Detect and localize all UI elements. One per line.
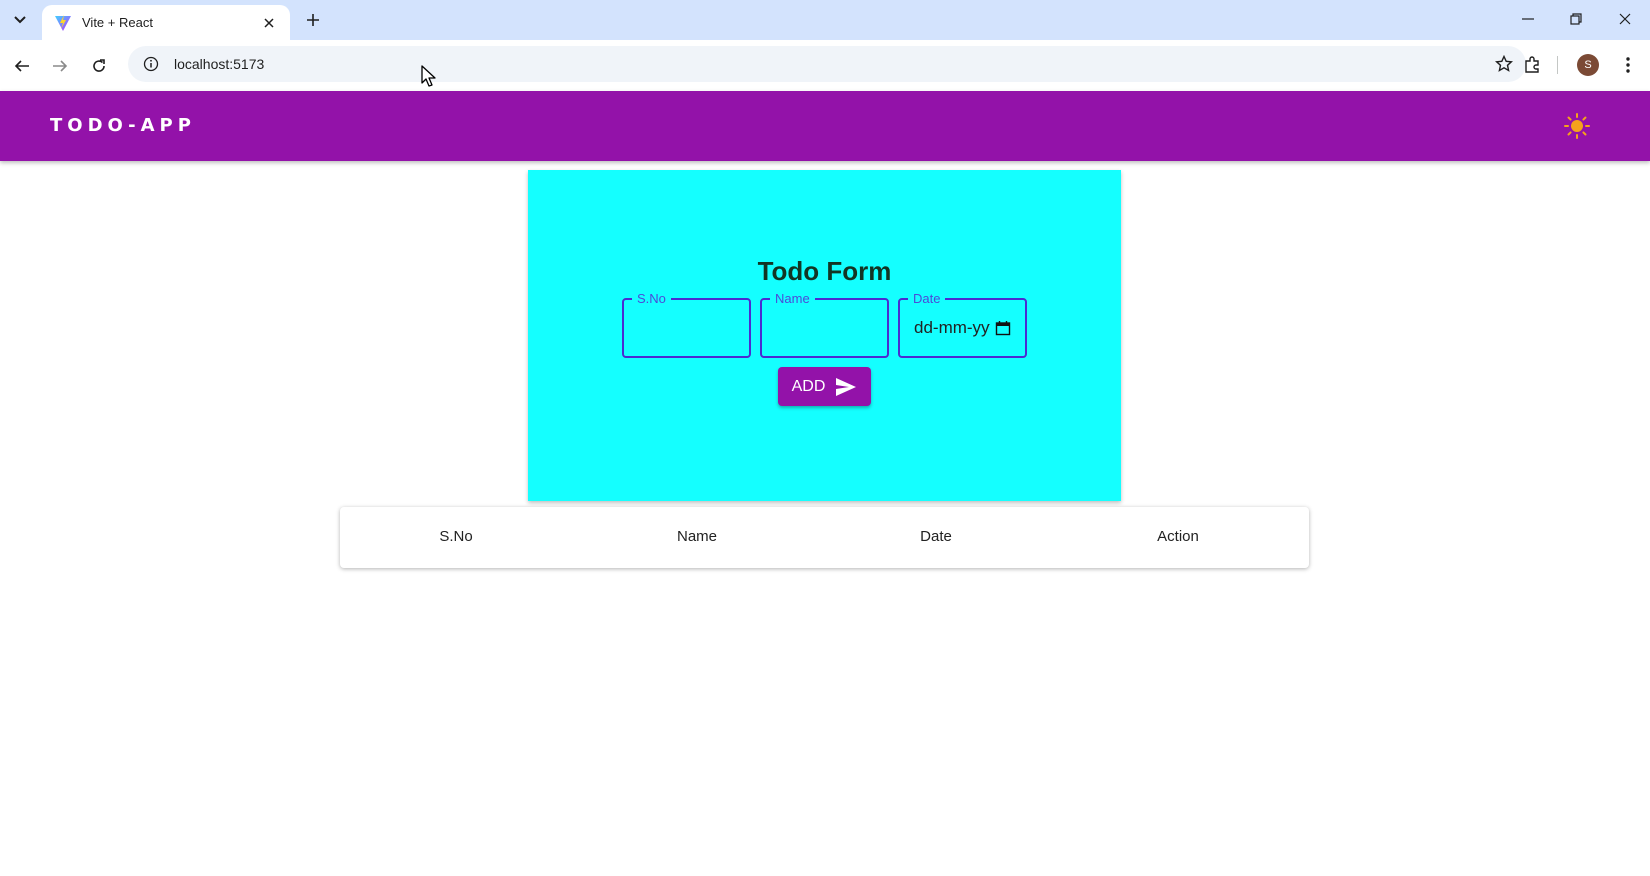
add-button[interactable]: ADD (778, 367, 871, 406)
header-name: Name (676, 528, 717, 545)
mouse-cursor-icon (421, 65, 436, 87)
app-brand: TODO-APP (50, 115, 196, 136)
sun-icon[interactable] (1564, 113, 1590, 139)
url-text: localhost:5173 (174, 56, 265, 72)
restore-icon[interactable] (1564, 8, 1588, 30)
close-tab-icon[interactable] (260, 14, 278, 32)
form-title: Todo Form (757, 256, 892, 286)
app-header: TODO-APP (0, 91, 1650, 161)
address-bar[interactable]: localhost:5173 (128, 46, 1526, 82)
minimize-icon[interactable] (1516, 8, 1540, 30)
extensions-icon[interactable] (1520, 53, 1544, 77)
name-input[interactable]: Name (760, 291, 889, 358)
name-label: Name (770, 291, 815, 307)
close-window-icon[interactable] (1613, 8, 1637, 30)
browser-toolbar: localhost:5173 S (0, 40, 1650, 91)
browser-tab-strip: Vite + React (0, 0, 1650, 40)
browser-tab[interactable]: Vite + React (42, 5, 290, 40)
sno-input[interactable]: S.No (622, 291, 751, 358)
add-button-label: ADD (791, 377, 826, 395)
calendar-icon[interactable] (995, 320, 1011, 336)
forward-icon[interactable] (48, 54, 72, 78)
new-tab-icon[interactable] (302, 9, 324, 31)
tab-search-icon[interactable] (6, 7, 34, 33)
date-label: Date (908, 291, 946, 307)
vite-favicon-icon (55, 14, 71, 31)
bookmark-star-icon[interactable] (1494, 54, 1514, 74)
header-date: Date (920, 528, 952, 545)
header-action: Action (1157, 528, 1199, 545)
todo-table: S.No Name Date Action (340, 507, 1309, 568)
back-icon[interactable] (10, 54, 34, 78)
tab-title: Vite + React (82, 15, 153, 30)
todo-form-card: Todo Form S.No Name Date dd-mm-yyyy ADD (528, 170, 1121, 501)
date-value: dd-mm-yyyy (914, 318, 990, 337)
toolbar-divider (1557, 56, 1558, 74)
date-input[interactable]: Date dd-mm-yyyy (898, 291, 1027, 358)
profile-avatar[interactable]: S (1577, 54, 1599, 76)
send-icon (836, 377, 857, 396)
site-info-icon[interactable] (134, 46, 168, 82)
header-sno: S.No (439, 528, 473, 545)
menu-dots-icon[interactable] (1616, 53, 1640, 77)
sno-label: S.No (632, 291, 671, 307)
reload-icon[interactable] (87, 54, 111, 78)
